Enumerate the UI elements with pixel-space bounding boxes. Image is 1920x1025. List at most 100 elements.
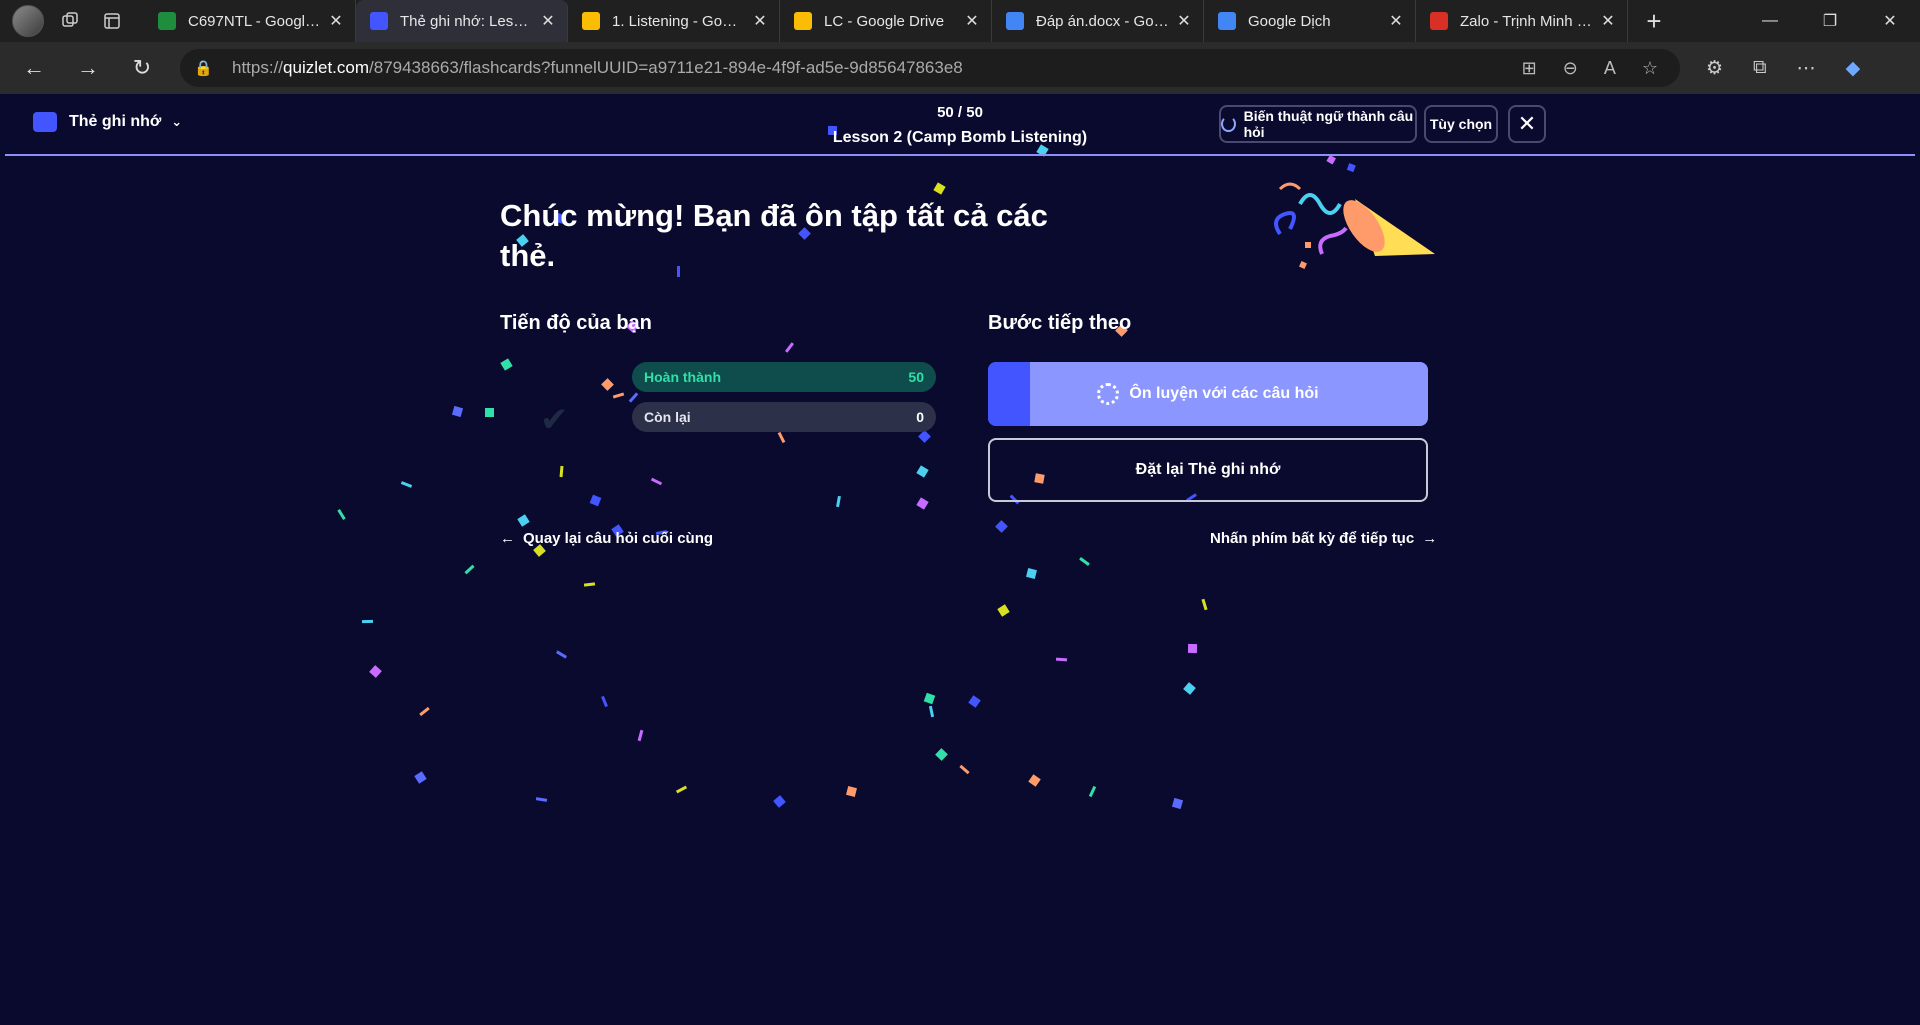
- flashcards-header: Thẻ ghi nhớ ⌄ 50 / 50 Lesson 2 (Camp Bom…: [5, 94, 1915, 156]
- docs-icon: [1006, 12, 1024, 30]
- convert-to-questions-button[interactable]: Biến thuật ngữ thành câu hỏi: [1219, 105, 1417, 143]
- browser-tab[interactable]: Google Dịch ✕: [1204, 0, 1416, 42]
- confetti-piece: [933, 182, 946, 195]
- app-available-icon[interactable]: ⊞: [1522, 58, 1537, 79]
- confetti-piece: [935, 748, 948, 761]
- card-counter: 50 / 50: [937, 104, 983, 121]
- tab-close-icon[interactable]: ✕: [1599, 11, 1617, 31]
- zalo-icon: [1430, 12, 1448, 30]
- tab-actions-icon[interactable]: [96, 5, 128, 37]
- confetti-strip: [784, 342, 795, 353]
- workspaces-icon[interactable]: [54, 5, 86, 37]
- completed-bar: Hoàn thành 50: [632, 362, 936, 392]
- tab-close-icon[interactable]: ✕: [327, 11, 345, 31]
- set-title: Lesson 2 (Camp Bomb Listening): [832, 129, 1088, 146]
- continue-link[interactable]: Nhấn phím bất kỳ để tiếp tục →: [1210, 530, 1437, 547]
- tab-close-icon[interactable]: ✕: [751, 11, 769, 31]
- confetti-strip: [959, 764, 970, 775]
- url-host: quizlet.com: [283, 58, 370, 77]
- address-bar-actions: ⊞ ⊖ A ☆: [1522, 58, 1658, 79]
- confetti-piece: [995, 520, 1008, 533]
- confetti-piece: [997, 604, 1010, 617]
- browser-tab[interactable]: Đáp án.docx - Googl ✕: [992, 0, 1204, 42]
- confetti-strip: [836, 495, 841, 508]
- back-to-last-question-link[interactable]: ← Quay lại câu hỏi cuối cùng: [500, 530, 713, 547]
- read-aloud-icon[interactable]: A: [1604, 58, 1616, 79]
- collections-icon[interactable]: ⧉: [1753, 57, 1767, 79]
- minimize-button[interactable]: —: [1740, 0, 1800, 42]
- confetti-strip: [628, 392, 639, 403]
- tab-strip: C697NTL - Google Tr ✕ Thẻ ghi nhớ: Lesson ✕…: [144, 0, 1628, 42]
- quizlet-icon: [370, 12, 388, 30]
- practice-questions-button[interactable]: Ôn luyện với các câu hỏi: [988, 362, 1428, 426]
- completed-count: 50: [908, 369, 924, 385]
- confetti-piece: [517, 514, 530, 527]
- confetti-piece: [500, 358, 513, 371]
- congrats-heading: Chúc mừng! Bạn đã ôn tập tất cả các thẻ.: [500, 198, 1048, 273]
- confetti-strip: [675, 785, 688, 794]
- refresh-icon[interactable]: ↻: [122, 48, 162, 88]
- profile-avatar[interactable]: [12, 5, 44, 37]
- browser-tab[interactable]: C697NTL - Google Tr ✕: [144, 0, 356, 42]
- favorite-star-icon[interactable]: ☆: [1642, 58, 1658, 79]
- button-accent: [988, 362, 1030, 426]
- loading-icon: [1221, 116, 1236, 132]
- progress-title: Tiến độ của bạn: [500, 312, 652, 334]
- reset-flashcards-button[interactable]: Đặt lại Thẻ ghi nhớ: [988, 438, 1428, 502]
- confetti-strip: [777, 431, 786, 444]
- completed-label: Hoàn thành: [644, 369, 721, 385]
- confetti-piece: [1187, 643, 1198, 654]
- zoom-icon[interactable]: ⊖: [1563, 58, 1578, 79]
- lock-icon[interactable]: 🔒: [194, 59, 218, 77]
- address-bar[interactable]: 🔒 https://quizlet.com/879438663/flashcar…: [180, 49, 1680, 87]
- forward-arrow-icon[interactable]: →: [68, 48, 108, 88]
- back-link-label: Quay lại câu hỏi cuối cùng: [523, 530, 714, 547]
- sheets-icon: [158, 12, 176, 30]
- browser-tab[interactable]: Thẻ ghi nhớ: Lesson ✕: [356, 0, 568, 42]
- browser-tab[interactable]: Zalo - Trịnh Minh Đứ ✕: [1416, 0, 1628, 42]
- confetti-strip: [337, 509, 346, 520]
- options-button[interactable]: Tùy chọn: [1424, 105, 1498, 143]
- confetti-piece: [773, 795, 786, 808]
- back-arrow-icon[interactable]: ←: [14, 48, 54, 88]
- tab-title: Zalo - Trịnh Minh Đứ: [1460, 12, 1593, 30]
- next-steps-title: Bước tiếp theo: [988, 312, 1132, 334]
- tab-title: C697NTL - Google Tr: [188, 12, 321, 30]
- window-close-button[interactable]: ✕: [1860, 0, 1920, 42]
- more-menu-icon[interactable]: ⋯: [1797, 57, 1816, 80]
- restore-button[interactable]: ❐: [1800, 0, 1860, 42]
- confetti-strip: [583, 582, 596, 587]
- confetti-piece: [1026, 568, 1037, 579]
- copilot-icon[interactable]: ◆: [1846, 57, 1861, 80]
- url-path: /879438663/flashcards?funnelUUID=a9711e2…: [369, 58, 963, 77]
- toolbar-extensions: ⚙ ⧉ ⋯ ◆: [1706, 57, 1860, 80]
- tab-close-icon[interactable]: ✕: [963, 11, 981, 31]
- confetti-piece: [923, 692, 936, 705]
- translate-icon: [1218, 12, 1236, 30]
- remaining-label: Còn lại: [644, 409, 691, 425]
- confetti-strip: [650, 477, 663, 486]
- confetti-strip: [419, 706, 430, 717]
- browser-tab[interactable]: 1. Listening - Google ✕: [568, 0, 780, 42]
- confetti-strip: [1055, 657, 1068, 662]
- extensions-icon[interactable]: ⚙: [1706, 57, 1723, 80]
- convert-label: Biến thuật ngữ thành câu hỏi: [1243, 108, 1414, 140]
- browser-tab[interactable]: LC - Google Drive ✕: [780, 0, 992, 42]
- tab-close-icon[interactable]: ✕: [1175, 11, 1193, 31]
- practice-label: Ôn luyện với các câu hỏi: [1129, 385, 1319, 402]
- tab-close-icon[interactable]: ✕: [1387, 11, 1405, 31]
- tab-close-icon[interactable]: ✕: [539, 11, 557, 31]
- confetti-piece: [1171, 797, 1184, 810]
- close-icon[interactable]: ✕: [1508, 105, 1546, 143]
- confetti-piece: [451, 405, 464, 418]
- party-popper-icon: [1274, 154, 1435, 269]
- confetti-piece: [485, 408, 494, 417]
- confetti-strip: [556, 650, 567, 659]
- new-tab-button[interactable]: +: [1634, 6, 1674, 37]
- confetti-strip: [1079, 557, 1090, 566]
- confetti-strip: [637, 729, 644, 742]
- confetti-piece: [369, 665, 382, 678]
- window-controls: — ❐ ✕: [1740, 0, 1920, 42]
- confetti-piece: [601, 378, 614, 391]
- url-prefix: https://: [232, 58, 284, 77]
